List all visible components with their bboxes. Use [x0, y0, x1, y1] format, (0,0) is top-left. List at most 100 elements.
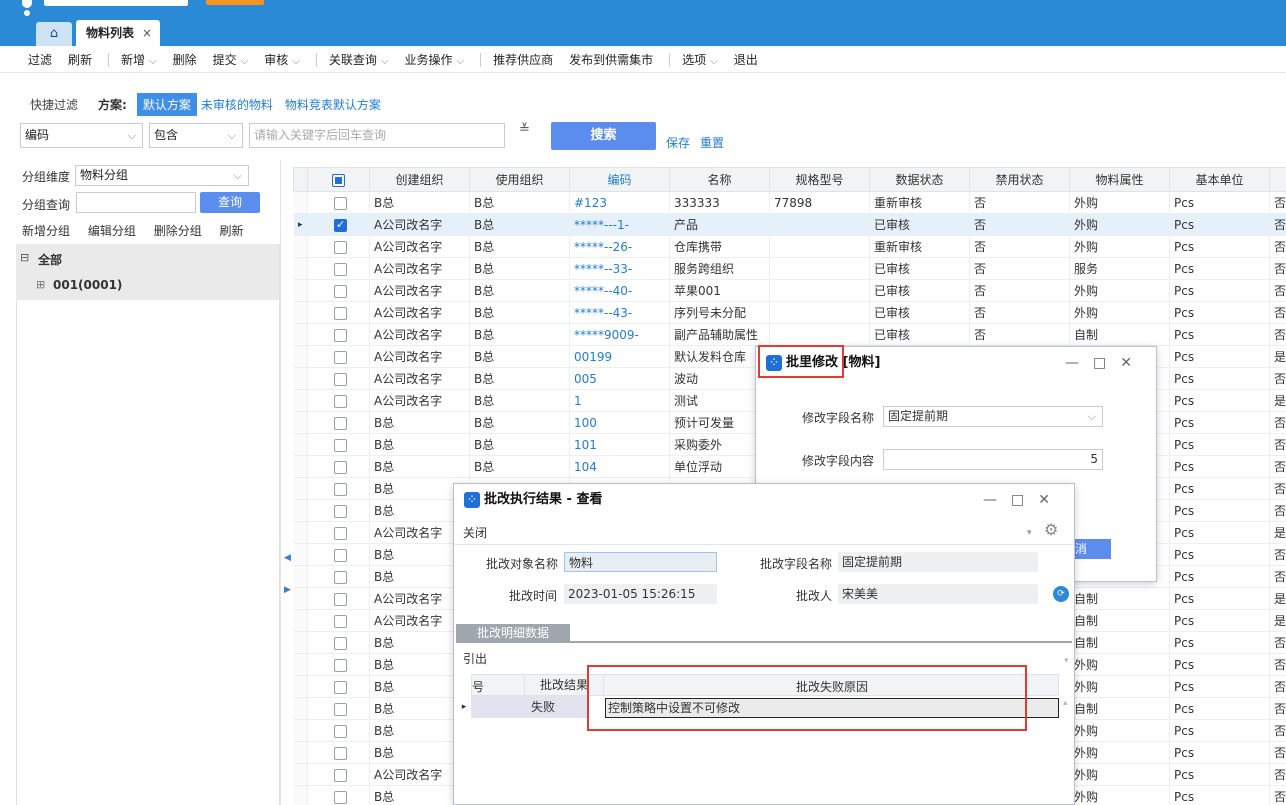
table-cell[interactable]: B总: [469, 191, 570, 214]
table-cell[interactable]: 否: [1269, 697, 1286, 720]
table-cell[interactable]: 否: [1269, 433, 1286, 456]
table-cell[interactable]: [769, 301, 870, 324]
table-cell[interactable]: 否: [1269, 279, 1286, 302]
table-cell[interactable]: Pcs: [1169, 543, 1270, 566]
table-cell[interactable]: A公司改名字: [369, 257, 470, 280]
select-all-checkbox[interactable]: [307, 167, 370, 192]
row-checkbox[interactable]: [307, 763, 370, 786]
table-cell[interactable]: B总: [369, 455, 470, 478]
row-checkbox[interactable]: [307, 279, 370, 302]
save-link[interactable]: 保存: [666, 134, 690, 151]
table-row[interactable]: A公司改名字 B总 *****--40- 苹果001 已审核否外购 Pcs 否: [293, 279, 1286, 302]
table-cell[interactable]: 是: [1269, 587, 1286, 610]
table-cell[interactable]: Pcs: [1169, 719, 1270, 742]
field-content-input[interactable]: 5: [883, 449, 1103, 470]
table-cell[interactable]: 自制: [1069, 609, 1170, 632]
filter-operator-select[interactable]: 包含 ⌵: [149, 123, 243, 148]
table-cell[interactable]: B总: [469, 235, 570, 258]
table-cell[interactable]: 苹果001: [669, 279, 770, 302]
row-checkbox[interactable]: [307, 785, 370, 805]
table-cell[interactable]: B总: [469, 279, 570, 302]
toolbar-button[interactable]: 退出: [734, 51, 758, 68]
table-cell[interactable]: A公司改名字: [369, 345, 470, 368]
table-cell[interactable]: 101: [569, 433, 670, 456]
table-cell[interactable]: 外购: [1069, 741, 1170, 764]
table-cell[interactable]: 否: [969, 213, 1070, 236]
detail-result-cell[interactable]: 失败: [471, 696, 587, 718]
scheme-material-default[interactable]: 物料竞表默认方案: [285, 96, 381, 113]
table-cell[interactable]: A公司改名字: [369, 367, 470, 390]
table-cell[interactable]: *****9009-: [569, 323, 670, 346]
table-cell[interactable]: Pcs: [1169, 455, 1270, 478]
table-cell[interactable]: Pcs: [1169, 499, 1270, 522]
table-cell[interactable]: [769, 279, 870, 302]
row-checkbox[interactable]: [307, 543, 370, 566]
table-cell[interactable]: #123: [569, 191, 670, 214]
table-cell[interactable]: 77898: [769, 191, 870, 214]
row-checkbox[interactable]: [307, 477, 370, 500]
cancel-button[interactable]: 消: [1071, 539, 1111, 559]
home-tab[interactable]: ⌂: [36, 22, 72, 46]
table-cell[interactable]: 否: [1269, 675, 1286, 698]
toolbar-button[interactable]: 关联查询 ⌵: [329, 51, 389, 68]
toolbar-button[interactable]: 过滤: [28, 51, 52, 68]
row-checkbox[interactable]: [307, 697, 370, 720]
table-cell[interactable]: B总: [369, 433, 470, 456]
row-checkbox[interactable]: [307, 433, 370, 456]
col-header[interactable]: 创建组织: [369, 167, 470, 192]
table-cell[interactable]: Pcs: [1169, 675, 1270, 698]
row-checkbox[interactable]: [307, 653, 370, 676]
table-cell[interactable]: Pcs: [1169, 587, 1270, 610]
row-checkbox[interactable]: [307, 675, 370, 698]
toolbar-button[interactable]: 删除: [173, 51, 197, 68]
keyword-input[interactable]: 请输入关键字后回车查询: [249, 123, 505, 148]
table-cell[interactable]: A公司改名字: [369, 389, 470, 412]
table-cell[interactable]: B总: [469, 323, 570, 346]
table-cell[interactable]: 是: [1269, 345, 1286, 368]
row-checkbox[interactable]: [307, 389, 370, 412]
table-cell[interactable]: 自制: [1069, 631, 1170, 654]
group-query-input[interactable]: [76, 192, 196, 213]
table-cell[interactable]: Pcs: [1169, 279, 1270, 302]
filter-field-select[interactable]: 编码 ⌵: [20, 123, 143, 148]
table-cell[interactable]: A公司改名字: [369, 301, 470, 324]
table-cell[interactable]: 外购: [1069, 235, 1170, 258]
toolbar-button[interactable]: 选项 ⌵: [682, 51, 718, 68]
row-checkbox[interactable]: [307, 631, 370, 654]
table-cell[interactable]: 外购: [1069, 279, 1170, 302]
table-cell[interactable]: B总: [469, 455, 570, 478]
row-checkbox[interactable]: [307, 411, 370, 434]
col-header[interactable]: 物料属性: [1069, 167, 1170, 192]
table-cell[interactable]: 005: [569, 367, 670, 390]
table-cell[interactable]: 外购: [1069, 213, 1170, 236]
refresh-group-button[interactable]: 刷新: [220, 224, 244, 238]
search-button[interactable]: 搜索: [551, 122, 656, 150]
table-row[interactable]: A公司改名字 B总 *****9009- 副产品辅助属性 已审核否自制 Pcs 否: [293, 323, 1286, 346]
table-cell[interactable]: Pcs: [1169, 345, 1270, 368]
col-header[interactable]: 编码: [569, 167, 670, 192]
table-cell[interactable]: B总: [469, 345, 570, 368]
col-header[interactable]: 名称: [669, 167, 770, 192]
table-cell[interactable]: 104: [569, 455, 670, 478]
table-cell[interactable]: Pcs: [1169, 763, 1270, 786]
table-row[interactable]: A公司改名字 B总 *****--33- 服务跨组织 已审核否服务 Pcs 否: [293, 257, 1286, 280]
table-cell[interactable]: 1: [569, 389, 670, 412]
table-cell[interactable]: 已审核: [869, 323, 970, 346]
col-header[interactable]: 使用组织: [469, 167, 570, 192]
table-cell[interactable]: 否: [1269, 653, 1286, 676]
tree-node-001[interactable]: 001(0001): [53, 278, 122, 292]
table-cell[interactable]: 重新审核: [869, 235, 970, 258]
table-cell[interactable]: 否: [969, 191, 1070, 214]
table-cell[interactable]: 否: [969, 323, 1070, 346]
table-cell[interactable]: Pcs: [1169, 609, 1270, 632]
table-cell[interactable]: B总: [469, 367, 570, 390]
close-tab-icon[interactable]: ×: [142, 20, 152, 46]
row-checkbox[interactable]: [307, 609, 370, 632]
table-cell[interactable]: Pcs: [1169, 433, 1270, 456]
table-cell[interactable]: B总: [469, 433, 570, 456]
table-cell[interactable]: *****---1-: [569, 213, 670, 236]
toolbar-button[interactable]: 审核 ⌵: [264, 51, 300, 68]
table-cell[interactable]: 序列号未分配: [669, 301, 770, 324]
col-header[interactable]: 数据状态: [869, 167, 970, 192]
panel-splitter[interactable]: ◀ ▶: [280, 160, 293, 805]
